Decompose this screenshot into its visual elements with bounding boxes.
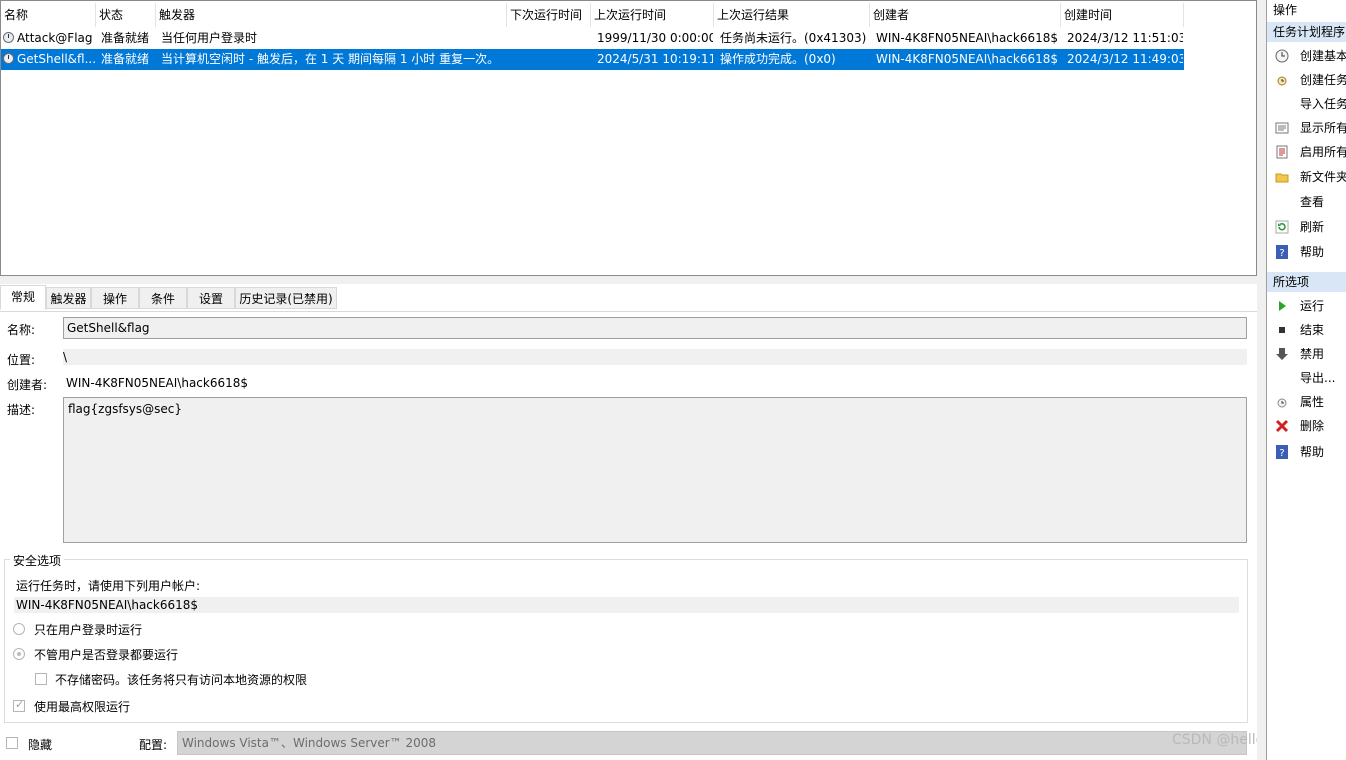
column-header-status[interactable]: 状态 xyxy=(96,3,156,27)
table-row[interactable]: GetShell&fl... 准备就绪 当计算机空闲时 - 触发后，在 1 天 … xyxy=(1,49,1184,70)
checkbox-no-store-password-label: 不存储密码。该任务将只有访问本地资源的权限 xyxy=(55,673,308,687)
actions-pane: 操作 任务计划程序 创建基本 创建任务 导入任务 显示所有 启用所有 新文件夹 … xyxy=(1266,0,1346,760)
description-field[interactable]: flag{zgsfsys@sec} xyxy=(63,397,1247,543)
action-disable[interactable]: 禁用 xyxy=(1267,343,1346,365)
checkbox-no-store-password[interactable] xyxy=(35,673,47,685)
radio-run-always[interactable] xyxy=(13,648,25,660)
column-header-last-result[interactable]: 上次运行结果 xyxy=(714,3,870,27)
description-label: 描述: xyxy=(7,403,36,417)
actions-pane-title: 操作 xyxy=(1273,3,1298,17)
column-header-trigger[interactable]: 触发器 xyxy=(156,3,507,27)
radio-logged-on-only[interactable] xyxy=(13,623,25,635)
location-field[interactable]: \ xyxy=(63,349,1247,365)
task-author: WIN-4K8FN05NEAI\hack6618$ xyxy=(876,31,1059,45)
table-row[interactable]: Attack@Flag 准备就绪 当任何用户登录时 1999/11/30 0:0… xyxy=(1,28,1184,49)
svg-text:?: ? xyxy=(1279,448,1284,459)
tab-actions[interactable]: 操作 xyxy=(91,287,139,309)
folder-icon xyxy=(1275,173,1289,183)
location-label: 位置: xyxy=(7,353,36,367)
properties-clock-icon xyxy=(1277,398,1287,408)
task-last-run: 1999/11/30 0:00:00 xyxy=(597,31,713,45)
clock-icon xyxy=(3,53,14,64)
column-header-created[interactable]: 创建时间 xyxy=(1061,3,1184,27)
column-header-next-run[interactable]: 下次运行时间 xyxy=(507,3,591,27)
tab-strip: 常规 触发器 操作 条件 设置 历史记录(已禁用) xyxy=(0,285,1257,312)
config-select[interactable]: Windows Vista™、Windows Server™ 2008 xyxy=(177,731,1247,755)
column-header-author[interactable]: 创建者 xyxy=(870,3,1061,27)
section-selected-item[interactable]: 所选项 xyxy=(1267,272,1346,292)
author-label: 创建者: xyxy=(7,378,48,392)
action-show-all-running[interactable]: 显示所有 xyxy=(1267,117,1346,139)
clock-icon xyxy=(1275,49,1289,63)
action-refresh[interactable]: 刷新 xyxy=(1267,216,1346,238)
task-created: 2024/3/12 11:51:03 xyxy=(1067,31,1183,45)
tab-triggers[interactable]: 触发器 xyxy=(46,287,91,309)
pane-splitter[interactable] xyxy=(0,276,1257,284)
task-last-run: 2024/5/31 10:19:11 xyxy=(597,52,713,66)
author-field[interactable]: WIN-4K8FN05NEAI\hack6618$ xyxy=(63,374,1247,392)
new-task-icon xyxy=(1277,76,1287,86)
task-last-result: 任务尚未运行。(0x41303) xyxy=(720,31,867,45)
task-author: WIN-4K8FN05NEAI\hack6618$ xyxy=(876,52,1059,66)
action-properties[interactable]: 属性 xyxy=(1267,391,1346,413)
task-trigger: 当计算机空闲时 - 触发后，在 1 天 期间每隔 1 小时 重复一次。 xyxy=(161,52,500,66)
checkbox-hidden[interactable] xyxy=(6,737,18,749)
action-delete[interactable]: 删除 xyxy=(1267,415,1346,437)
config-label: 配置: xyxy=(139,738,168,752)
column-header-last-run[interactable]: 上次运行时间 xyxy=(591,3,714,27)
stop-icon xyxy=(1279,327,1285,333)
tab-history[interactable]: 历史记录(已禁用) xyxy=(235,287,337,309)
action-new-folder[interactable]: 新文件夹 xyxy=(1267,166,1346,188)
history-log-icon xyxy=(1276,145,1288,159)
column-header-name[interactable]: 名称 xyxy=(1,3,96,27)
task-next-run xyxy=(511,49,591,70)
task-name: Attack@Flag xyxy=(17,31,93,45)
section-task-scheduler[interactable]: 任务计划程序 xyxy=(1267,22,1346,42)
radio-logged-on-only-label: 只在用户登录时运行 xyxy=(34,623,143,637)
run-as-prompt: 运行任务时，请使用下列用户帐户: xyxy=(16,579,201,593)
name-label: 名称: xyxy=(7,323,36,337)
action-help[interactable]: ? 帮助 xyxy=(1267,241,1346,263)
checkbox-hidden-label: 隐藏 xyxy=(28,738,53,752)
task-status: 准备就绪 xyxy=(101,52,150,66)
action-import-task[interactable]: 导入任务 xyxy=(1267,93,1346,115)
task-name: GetShell&fl... xyxy=(17,52,95,66)
help-icon: ? xyxy=(1276,245,1288,259)
action-run[interactable]: 运行 xyxy=(1267,295,1346,317)
action-view[interactable]: 查看 xyxy=(1267,191,1346,213)
task-status: 准备就绪 xyxy=(101,31,150,45)
task-list[interactable]: 名称 状态 触发器 下次运行时间 上次运行时间 上次运行结果 创建者 创建时间 … xyxy=(0,0,1257,276)
name-field[interactable]: GetShell&flag xyxy=(63,317,1247,339)
action-export[interactable]: 导出... xyxy=(1267,367,1346,389)
delete-icon xyxy=(1275,419,1289,433)
task-trigger: 当任何用户登录时 xyxy=(161,31,258,45)
clock-icon xyxy=(3,32,14,43)
list-window-icon xyxy=(1275,122,1289,134)
checkbox-highest-privileges[interactable] xyxy=(13,698,25,712)
task-created: 2024/3/12 11:49:03 xyxy=(1067,52,1183,66)
radio-run-always-label: 不管用户是否登录都要运行 xyxy=(34,648,179,662)
security-options-title: 安全选项 xyxy=(10,552,65,569)
refresh-icon xyxy=(1275,220,1289,234)
action-create-basic-task[interactable]: 创建基本 xyxy=(1267,45,1346,67)
pane-divider[interactable] xyxy=(1257,0,1266,760)
action-enable-all-history[interactable]: 启用所有 xyxy=(1267,141,1346,163)
checkbox-highest-privileges-label: 使用最高权限运行 xyxy=(34,700,131,714)
tab-settings[interactable]: 设置 xyxy=(187,287,235,309)
help-icon: ? xyxy=(1276,445,1288,459)
action-create-task[interactable]: 创建任务 xyxy=(1267,69,1346,91)
tab-general[interactable]: 常规 xyxy=(0,285,46,310)
tab-conditions[interactable]: 条件 xyxy=(139,287,187,309)
task-next-run xyxy=(511,28,591,49)
run-as-account[interactable]: WIN-4K8FN05NEAI\hack6618$ xyxy=(14,597,1239,613)
task-last-result: 操作成功完成。(0x0) xyxy=(720,52,836,66)
svg-text:?: ? xyxy=(1279,248,1284,259)
action-help-selected[interactable]: ? 帮助 xyxy=(1267,441,1346,463)
play-icon xyxy=(1279,301,1286,311)
disable-arrow-icon xyxy=(1276,348,1288,360)
action-end[interactable]: 结束 xyxy=(1267,319,1346,341)
